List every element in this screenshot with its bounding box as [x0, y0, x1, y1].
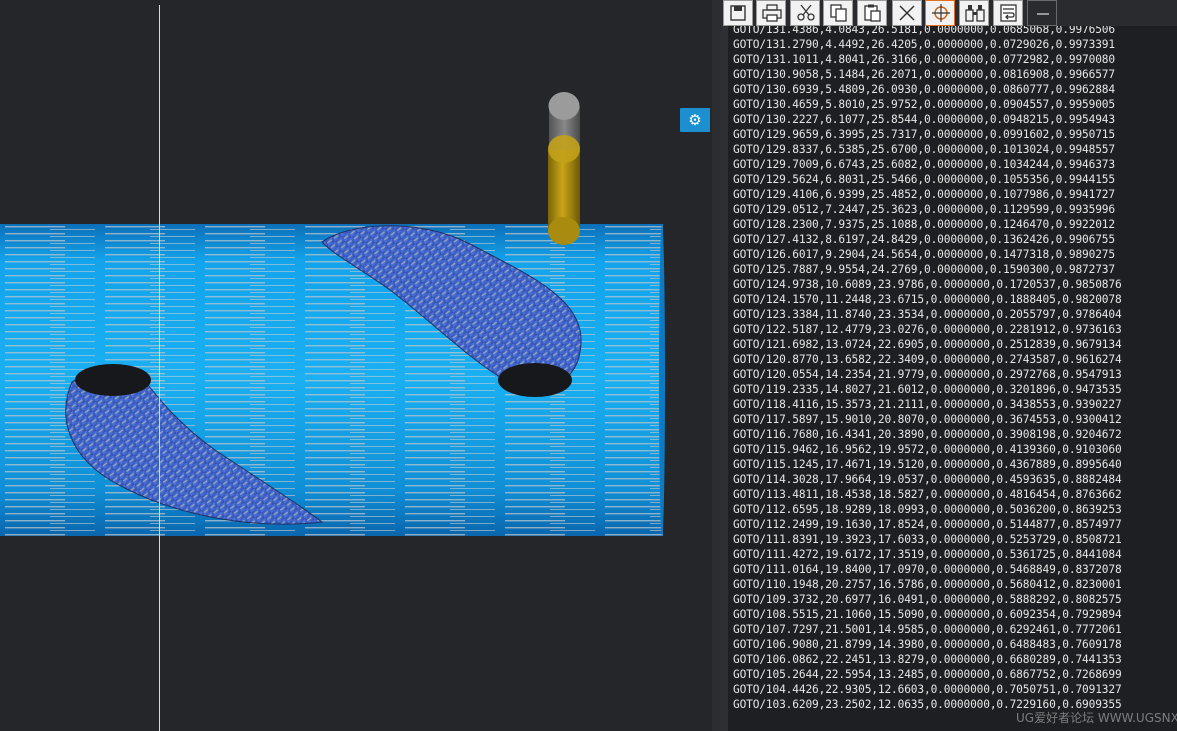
code-line[interactable]: GOTO/106.0862,22.2451,13.8279,0.0000000,…	[733, 652, 1122, 667]
minimize-button[interactable]	[1027, 0, 1057, 26]
scroll-gutter[interactable]	[722, 26, 728, 731]
code-line[interactable]: GOTO/115.1245,17.4671,19.5120,0.0000000,…	[733, 457, 1122, 472]
code-line[interactable]: GOTO/129.7009,6.6743,25.6082,0.0000000,0…	[733, 157, 1122, 172]
delete-button[interactable]	[892, 0, 922, 26]
print-icon	[762, 4, 782, 22]
code-line[interactable]: GOTO/112.6595,18.9289,18.0993,0.0000000,…	[733, 502, 1122, 517]
code-line[interactable]: GOTO/125.7887,9.9554,24.2769,0.0000000,0…	[733, 262, 1122, 277]
code-line[interactable]: GOTO/129.4106,6.9399,25.4852,0.0000000,0…	[733, 187, 1122, 202]
code-line[interactable]: GOTO/105.2644,22.5954,13.2485,0.0000000,…	[733, 667, 1122, 682]
code-line[interactable]: GOTO/130.6939,5.4809,26.0930,0.0000000,0…	[733, 82, 1122, 97]
code-line[interactable]: GOTO/118.4116,15.3573,21.2111,0.0000000,…	[733, 397, 1122, 412]
paste-button[interactable]	[857, 0, 887, 26]
code-line[interactable]: GOTO/131.2790,4.4492,26.4205,0.0000000,0…	[733, 37, 1122, 52]
copy-icon	[830, 4, 847, 22]
code-line[interactable]: GOTO/129.8337,6.5385,25.6700,0.0000000,0…	[733, 142, 1122, 157]
settings-button[interactable]: ⚙	[680, 108, 710, 132]
cut-button[interactable]	[790, 0, 820, 26]
3d-viewport[interactable]: ⚙	[0, 0, 712, 731]
code-line[interactable]: GOTO/114.3028,17.9664,19.0537,0.0000000,…	[733, 472, 1122, 487]
code-line[interactable]: GOTO/104.4426,22.9305,12.6603,0.0000000,…	[733, 682, 1122, 697]
code-line[interactable]: GOTO/107.7297,21.5001,14.9585,0.0000000,…	[733, 622, 1122, 637]
code-line[interactable]: GOTO/111.0164,19.8400,17.0970,0.0000000,…	[733, 562, 1122, 577]
watermark: UG爱好者论坛 WWW.UGSNX.COM	[1016, 711, 1177, 725]
save-button[interactable]	[723, 0, 753, 26]
code-line[interactable]: GOTO/131.1011,4.8041,26.3166,0.0000000,0…	[733, 52, 1122, 67]
code-line[interactable]: GOTO/131.4386,4.0843,26.5181,0.0000000,0…	[733, 26, 1122, 37]
code-line[interactable]: GOTO/124.9738,10.6089,23.9786,0.0000000,…	[733, 277, 1122, 292]
code-line[interactable]: GOTO/120.0554,14.2354,21.9779,0.0000000,…	[733, 367, 1122, 382]
code-line[interactable]: GOTO/111.4272,19.6172,17.3519,0.0000000,…	[733, 547, 1122, 562]
code-line[interactable]: GOTO/117.5897,15.9010,20.8070,0.0000000,…	[733, 412, 1122, 427]
code-line[interactable]: GOTO/130.2227,6.1077,25.8544,0.0000000,0…	[733, 112, 1122, 127]
code-line[interactable]: GOTO/127.4132,8.6197,24.8429,0.0000000,0…	[733, 232, 1122, 247]
close-icon	[899, 5, 915, 21]
code-line[interactable]: GOTO/123.3384,11.8740,23.3534,0.0000000,…	[733, 307, 1122, 322]
cutting-tool	[548, 92, 580, 245]
wrap-icon	[1000, 4, 1017, 22]
code-lines: GOTO/131.4386,4.0843,26.5181,0.0000000,0…	[733, 26, 1122, 712]
code-line[interactable]: GOTO/109.3732,20.6977,16.0491,0.0000000,…	[733, 592, 1122, 607]
binoculars-icon	[965, 5, 985, 22]
code-line[interactable]: GOTO/113.4811,18.4538,18.5827,0.0000000,…	[733, 487, 1122, 502]
locate-button[interactable]	[925, 0, 955, 26]
code-line[interactable]: GOTO/128.2300,7.9375,25.1088,0.0000000,0…	[733, 217, 1122, 232]
code-line[interactable]: GOTO/129.5624,6.8031,25.5466,0.0000000,0…	[733, 172, 1122, 187]
code-line[interactable]: GOTO/120.8770,13.6582,22.3409,0.0000000,…	[733, 352, 1122, 367]
code-line[interactable]: GOTO/115.9462,16.9562,19.9572,0.0000000,…	[733, 442, 1122, 457]
minimize-icon	[1037, 13, 1049, 15]
print-button[interactable]	[756, 0, 786, 26]
code-line[interactable]: GOTO/106.9080,21.8799,14.3980,0.0000000,…	[733, 637, 1122, 652]
code-line[interactable]: GOTO/110.1948,20.2757,16.5786,0.0000000,…	[733, 577, 1122, 592]
paste-icon	[864, 4, 881, 22]
nc-code-listing[interactable]: GOTO/131.4386,4.0843,26.5181,0.0000000,0…	[722, 26, 1177, 731]
code-line[interactable]: GOTO/130.9058,5.1484,26.2071,0.0000000,0…	[733, 67, 1122, 82]
toolbar	[722, 0, 1177, 26]
code-line[interactable]: GOTO/129.9659,6.3995,25.7317,0.0000000,0…	[733, 127, 1122, 142]
code-line[interactable]: GOTO/122.5187,12.4779,23.0276,0.0000000,…	[733, 322, 1122, 337]
code-line[interactable]: GOTO/111.8391,19.3923,17.6033,0.0000000,…	[733, 532, 1122, 547]
code-line[interactable]: GOTO/116.7680,16.4341,20.3890,0.0000000,…	[733, 427, 1122, 442]
copy-button[interactable]	[823, 0, 853, 26]
save-icon	[730, 5, 746, 21]
target-icon	[932, 4, 950, 22]
code-line[interactable]: GOTO/126.6017,9.2904,24.5654,0.0000000,0…	[733, 247, 1122, 262]
find-button[interactable]	[959, 0, 989, 26]
code-line[interactable]: GOTO/108.5515,21.1060,15.5090,0.0000000,…	[733, 607, 1122, 622]
code-line[interactable]: GOTO/121.6982,13.0724,22.6905,0.0000000,…	[733, 337, 1122, 352]
code-line[interactable]: GOTO/130.4659,5.8010,25.9752,0.0000000,0…	[733, 97, 1122, 112]
code-line[interactable]: GOTO/119.2335,14.8027,21.6012,0.0000000,…	[733, 382, 1122, 397]
scissors-icon	[797, 4, 815, 21]
toolpath-simulation-view	[0, 5, 665, 731]
gear-icon: ⚙	[688, 111, 702, 129]
code-line[interactable]: GOTO/129.0512,7.2447,25.3623,0.0000000,0…	[733, 202, 1122, 217]
word-wrap-button[interactable]	[993, 0, 1023, 26]
code-line[interactable]: GOTO/112.2499,19.1630,17.8524,0.0000000,…	[733, 517, 1122, 532]
code-line[interactable]: GOTO/124.1570,11.2448,23.6715,0.0000000,…	[733, 292, 1122, 307]
